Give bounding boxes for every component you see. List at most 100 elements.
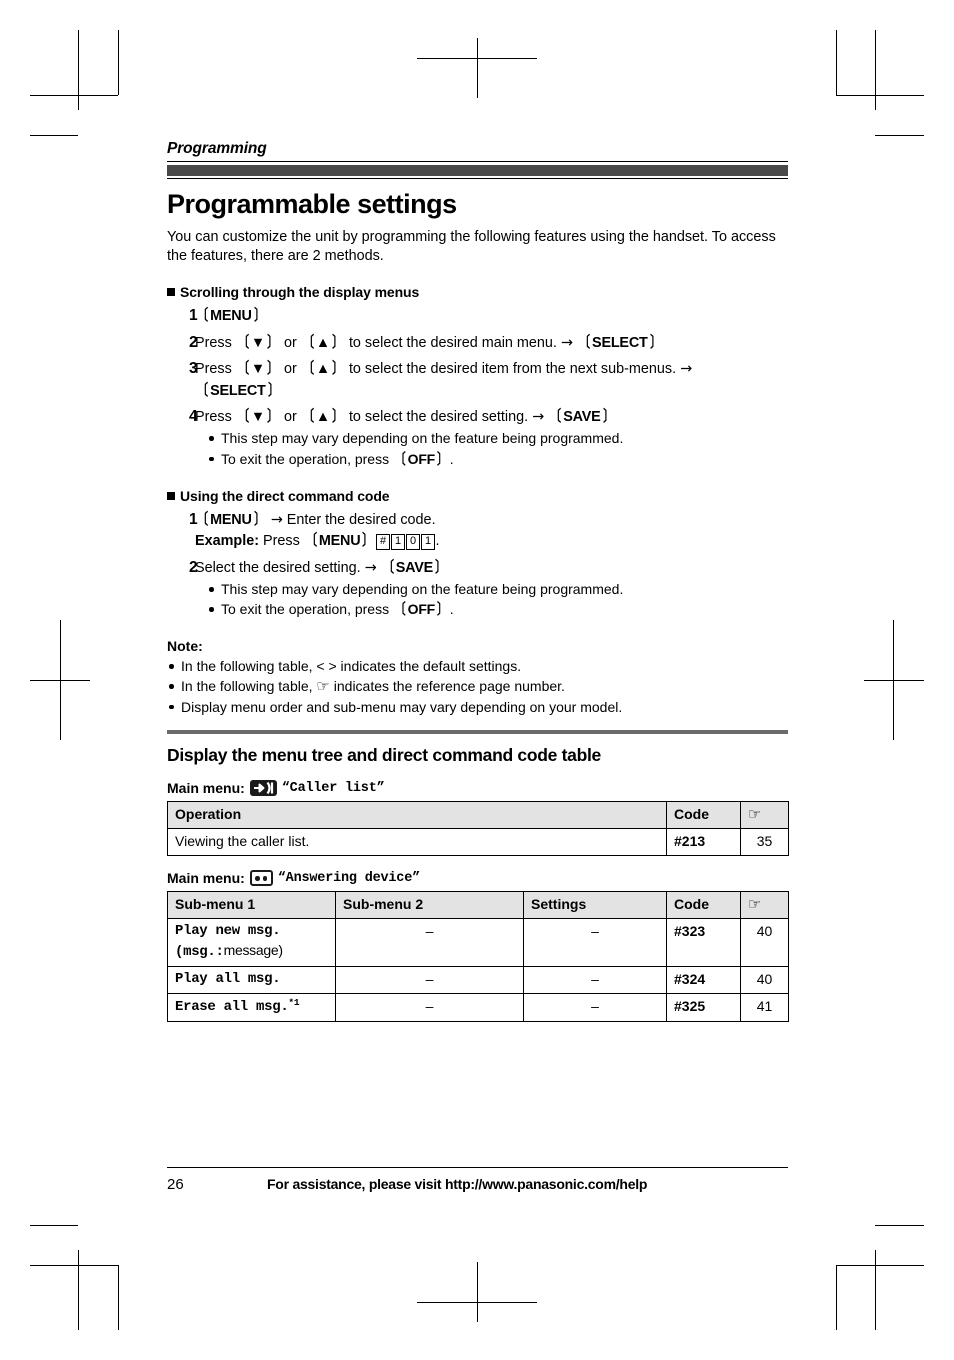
reg-mark-left-h (30, 680, 90, 681)
arrow-right-icon: → (532, 408, 545, 425)
chapter-bar (167, 164, 788, 176)
column-header-operation: Operation (167, 801, 667, 830)
step-text: Select the desired setting. (195, 559, 361, 576)
reg-mark-bottom-h (417, 1302, 537, 1303)
cell-submenu-1: Play all msg. (167, 965, 336, 994)
step-number: 2 (189, 558, 198, 576)
crop-mark-bl-h2 (30, 1225, 78, 1226)
keypad-key-hash: # (376, 534, 390, 550)
section-heading-direct-label: Using the direct command code (180, 488, 390, 505)
cell-settings: – (523, 918, 667, 967)
crop-mark-tr-v2 (836, 30, 837, 95)
crop-mark-tl-h1 (30, 95, 118, 96)
list-item: To exit the operation, press 〔 OFF 〕. (207, 449, 788, 472)
crop-mark-tl-v1 (78, 30, 79, 110)
crop-mark-bl-v1 (78, 1250, 79, 1330)
step-direct-1: 1 〔 MENU 〕 → Enter the desired code. Examp… (167, 509, 788, 552)
table-header-row: Sub-menu 1 Sub-menu 2 Settings Code ☞ (167, 891, 789, 920)
section-divider-bar (167, 729, 788, 735)
column-header-settings: Settings (523, 891, 667, 920)
key-down: 〔 ▼ 〕 (237, 333, 278, 351)
key-up: 〔 ▲ 〕 (302, 360, 343, 378)
cell-operation: Viewing the caller list. (167, 828, 667, 857)
step-number: 1 (189, 511, 198, 529)
table-row: Viewing the caller list. #213 35 (167, 828, 789, 857)
cell-submenu-2: – (335, 992, 524, 1022)
square-bullet-icon (167, 287, 175, 296)
answering-device-icon (249, 870, 273, 887)
list-item-text-pre: In the following table, (181, 678, 313, 695)
step-number: 4 (189, 407, 198, 425)
step-text: Enter the desired code. (286, 512, 436, 529)
cell-settings: – (523, 992, 667, 1022)
arrow-right-icon: → (270, 512, 283, 529)
column-header-submenu-1: Sub-menu 1 (167, 891, 336, 920)
cell-code: #325 (666, 992, 741, 1022)
step-text: to select the desired main menu. (348, 334, 557, 351)
crop-mark-br-h2 (875, 1225, 924, 1226)
footer-assistance-text: For assistance, please visit http://www.… (267, 1176, 648, 1192)
list-item-text-post: indicates the reference page number. (333, 678, 565, 695)
step-scrolling-4: 4 Press 〔 ▼ 〕 or 〔 ▲ 〕 to select the desired… (167, 406, 788, 471)
crop-mark-tr-h1 (836, 95, 924, 96)
section-heading-direct: Using the direct command code (167, 488, 788, 504)
list-item: In the following table, < > indicates th… (167, 656, 788, 676)
column-header-reference: ☞ (740, 801, 789, 830)
key-down: 〔 ▼ 〕 (237, 407, 278, 425)
step-body: 〔 MENU 〕 → Enter the desired code. Example… (195, 511, 440, 550)
cell-page: 41 (740, 992, 789, 1022)
crop-mark-bl-h1 (30, 1265, 118, 1266)
table-row: Play new msg. (msg.:message) – – #323 40 (167, 918, 789, 967)
step-body: 〔 MENU 〕 (195, 305, 788, 327)
footnote-marker: *1 (288, 996, 300, 1008)
square-bullet-icon (167, 492, 175, 501)
crop-mark-br-v1 (875, 1250, 876, 1330)
list-item-text: To exit the operation, press (221, 601, 390, 618)
step-text: to select the desired item from the next… (348, 361, 677, 378)
main-menu-label: Main menu: (167, 870, 245, 887)
section-heading-scrolling: Scrolling through the display menus (167, 284, 788, 300)
footer-row: 26 For assistance, please visit http://w… (167, 1176, 788, 1193)
step-conjunction: or (283, 334, 297, 351)
cell-submenu-2: – (335, 965, 524, 994)
step-scrolling-3: 3 Press 〔 ▼ 〕 or 〔 ▲ 〕 to select the desired… (167, 358, 788, 401)
cell-submenu-1: Erase all msg.*1 (167, 992, 336, 1022)
step-verb: Press (195, 334, 232, 351)
step-scrolling-2: 2 Press 〔 ▼ 〕 or 〔 ▲ 〕 to select the desired… (167, 332, 788, 354)
pointing-hand-icon: ☞ (748, 895, 762, 914)
cell-code: #213 (666, 828, 741, 857)
arrow-right-icon: → (364, 559, 377, 576)
step-scrolling-1: 1 〔 MENU 〕 (167, 305, 788, 327)
footer-rule (167, 1167, 788, 1168)
page-footer: 26 For assistance, please visit http://w… (167, 1167, 788, 1193)
step-body: Select the desired setting. → 〔 SAVE 〕 Thi… (195, 557, 788, 622)
table-row: Erase all msg.*1 – – #325 41 (167, 992, 789, 1022)
cell-submenu-1-note-sans: message (223, 941, 279, 958)
keypad-key-1b: 1 (421, 534, 435, 550)
pointing-hand-icon: ☞ (748, 805, 762, 824)
main-menu-answering-device: Main menu: “Answering device” (167, 870, 788, 887)
list-item: Display menu order and sub-menu may vary… (167, 697, 788, 717)
step-verb: Press (195, 361, 232, 378)
step-body: Press 〔 ▼ 〕 or 〔 ▲ 〕 to select the desired s… (195, 406, 788, 471)
list-item: This step may vary depending on the feat… (207, 579, 788, 599)
keypad-key-1: 1 (391, 534, 405, 550)
list-item: To exit the operation, press 〔 OFF 〕. (207, 599, 788, 622)
note-label: Note: (167, 638, 203, 654)
keypad-key-0: 0 (406, 534, 420, 550)
pointing-hand-icon: ☞ (316, 677, 330, 696)
cell-settings: – (523, 965, 667, 994)
caller-list-icon (249, 780, 277, 797)
key-off: 〔 OFF 〕 (395, 601, 448, 619)
main-menu-caller-list: Main menu: “Caller list” (167, 780, 788, 797)
key-up: 〔 ▲ 〕 (302, 333, 343, 351)
key-menu: 〔 MENU 〕 (197, 511, 265, 529)
crop-mark-bl-v2 (118, 1265, 119, 1330)
step-number: 2 (189, 333, 198, 351)
key-select: 〔 SELECT 〕 (579, 333, 661, 351)
example-label: Example: (195, 533, 259, 550)
cell-page: 35 (740, 828, 789, 857)
key-save: 〔 SAVE 〕 (550, 407, 614, 425)
tape-reel-left (255, 876, 260, 881)
cell-submenu-1-note-mono: msg.: (183, 943, 224, 960)
